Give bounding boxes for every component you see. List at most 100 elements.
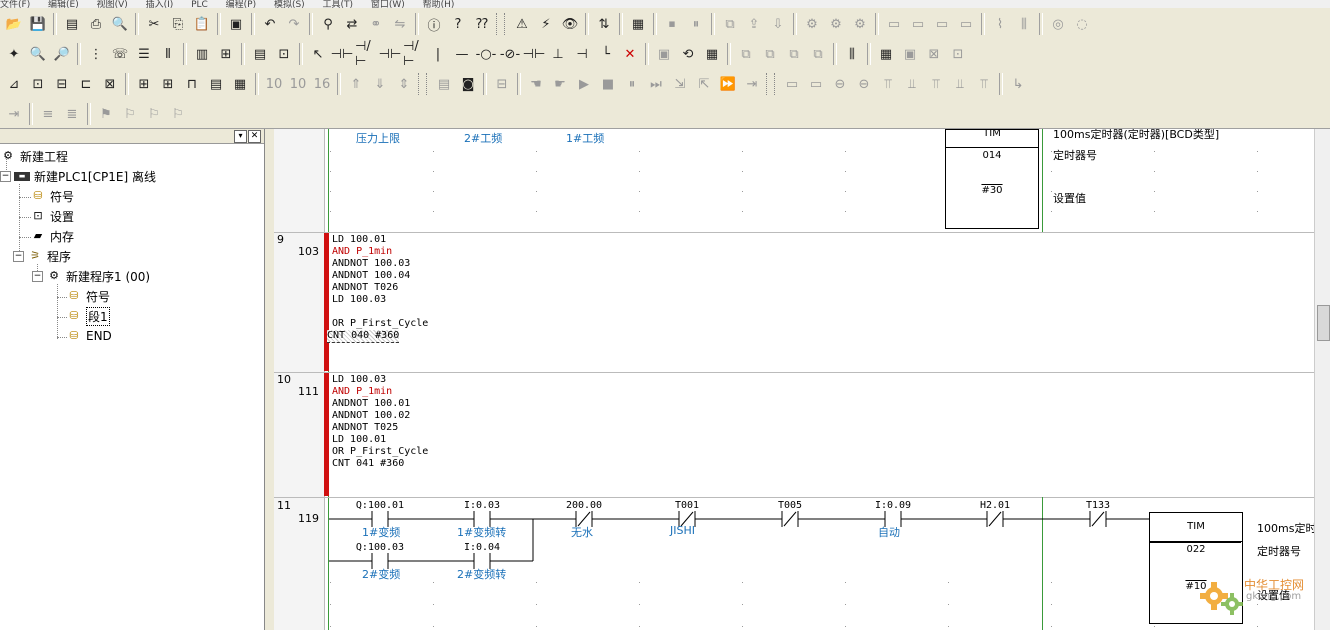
online-icon[interactable]: ⚡ — [535, 13, 557, 35]
tree-end[interactable]: ⛁ END — [66, 327, 111, 345]
clipboard-icon[interactable]: ▣ — [225, 13, 247, 35]
redo-icon[interactable]: ↷ — [283, 13, 305, 35]
zoom-fit-icon[interactable]: ✦ — [3, 43, 25, 65]
find-icon[interactable]: 🔍 — [109, 13, 131, 35]
scrollbar-thumb[interactable] — [1317, 305, 1330, 341]
help-icon[interactable]: ? — [447, 13, 469, 35]
time-chart-icon[interactable]: ⊓ — [181, 73, 203, 95]
mark-icon[interactable]: ⊣ — [571, 43, 593, 65]
copy-icon[interactable]: ⎘ — [167, 13, 189, 35]
wave-icon[interactable]: ⌇ — [989, 13, 1011, 35]
edit-rung-icon[interactable]: ⧉ — [735, 43, 757, 65]
data-trace-icon[interactable]: ⫼ — [841, 43, 863, 65]
io-table-icon[interactable]: ▭ — [883, 13, 905, 35]
tree-symbols[interactable]: ⛁ 符号 — [30, 187, 74, 205]
sim2-icon[interactable]: ◌ — [1071, 13, 1093, 35]
tree-plc[interactable]: − ▬ 新建PLC1[CP1E] 离线 — [0, 167, 156, 185]
paste-icon[interactable]: 📋 — [191, 13, 213, 35]
warning-icon[interactable]: ⚠ — [511, 13, 533, 35]
updown-icon[interactable]: ⇕ — [393, 73, 415, 95]
upload-icon[interactable]: ⇪ — [743, 13, 765, 35]
program-mode-icon[interactable]: ⚙ — [825, 13, 847, 35]
replace-icon[interactable]: ⇄ — [341, 13, 363, 35]
instruction-icon[interactable]: ⊣⊢ — [523, 43, 546, 65]
ladder-icon[interactable]: ▤ — [249, 43, 271, 65]
watch4-icon[interactable]: ⊡ — [947, 43, 969, 65]
diagram-icon[interactable]: ⊿ — [3, 73, 25, 95]
run-sim-icon[interactable]: ▶ — [573, 73, 595, 95]
protect-icon[interactable]: ⚙ — [801, 13, 823, 35]
dec-icon[interactable]: 16 — [311, 73, 333, 95]
bcd-icon[interactable]: 10 — [287, 73, 309, 95]
io-table4-icon[interactable]: ▭ — [955, 13, 977, 35]
stop-sim-icon[interactable]: ■ — [597, 73, 619, 95]
list-icon[interactable]: ☰ — [133, 43, 155, 65]
tree-project[interactable]: ⚙ 新建工程 — [0, 147, 68, 165]
panel-splitter[interactable] — [265, 129, 274, 630]
timer-block-022[interactable]: TIM 022 #10 — [1149, 512, 1243, 624]
or-nc-icon[interactable]: ⊣/⊢ — [403, 39, 425, 69]
force-off-icon[interactable]: ⊟ — [51, 73, 73, 95]
save-icon[interactable]: 💾 — [27, 13, 49, 35]
bookmark-clear-icon[interactable]: ⚐ — [167, 103, 189, 125]
bp-clear-icon[interactable]: ▭ — [805, 73, 827, 95]
scan5-icon[interactable]: ⫪ — [973, 73, 995, 95]
program-check-icon[interactable]: ▦ — [701, 43, 723, 65]
address-ref-icon[interactable]: ⇋ — [389, 13, 411, 35]
calc-icon[interactable]: ▦ — [229, 73, 251, 95]
sim-window-icon[interactable]: ▤ — [433, 73, 455, 95]
rung-icon[interactable]: ⫴ — [157, 43, 179, 65]
sim-icon[interactable]: ◎ — [1047, 13, 1069, 35]
end-icon[interactable]: ⇥ — [741, 73, 763, 95]
bookmark-icon[interactable]: ⚑ — [95, 103, 117, 125]
cancel-edit-icon[interactable]: ⧉ — [783, 43, 805, 65]
print-preview-icon[interactable]: ▤ — [61, 13, 83, 35]
or-no-icon[interactable]: ⊣⊢ — [379, 43, 402, 65]
context-help-icon[interactable]: ⁇ — [471, 13, 493, 35]
run-mode-icon[interactable]: ⚙ — [849, 13, 871, 35]
watch-icon[interactable]: ▦ — [875, 43, 897, 65]
compare-icon2[interactable]: ⊥ — [547, 43, 569, 65]
select-icon[interactable]: ↖ — [307, 43, 329, 65]
scan4-icon[interactable]: ⫫ — [949, 73, 971, 95]
memory-icon[interactable]: ▥ — [191, 43, 213, 65]
sim-hand-icon[interactable]: ☚ — [525, 73, 547, 95]
download-icon[interactable]: ⇩ — [767, 13, 789, 35]
force-cancel-icon[interactable]: ⊏ — [75, 73, 97, 95]
hex-icon[interactable]: 10 — [263, 73, 285, 95]
watch3-icon[interactable]: ⊠ — [923, 43, 945, 65]
next-icon[interactable]: ⏩ — [717, 73, 739, 95]
sim-hand2-icon[interactable]: ☛ — [549, 73, 571, 95]
set-value-icon[interactable]: ⊠ — [99, 73, 121, 95]
grid-icon[interactable]: ⋮ — [85, 43, 107, 65]
up-icon[interactable]: ⇑ — [345, 73, 367, 95]
collapse-icon[interactable]: − — [0, 170, 11, 182]
undo-icon[interactable]: ↶ — [259, 13, 281, 35]
online-edit-icon[interactable]: ⟲ — [677, 43, 699, 65]
list2-icon[interactable]: ≣ — [61, 103, 83, 125]
close-icon[interactable]: ✕ — [248, 130, 261, 143]
collapse-icon[interactable]: − — [13, 250, 24, 262]
tree-settings[interactable]: ⊡ 设置 — [30, 207, 74, 225]
trace-icon[interactable]: ⫼ — [1013, 13, 1035, 35]
panel-dropdown-icon[interactable]: ▾ — [234, 130, 247, 143]
return-icon[interactable]: ↳ — [1007, 73, 1029, 95]
outdent-icon[interactable]: ≡ — [37, 103, 59, 125]
scan-icon[interactable]: ⫪ — [877, 73, 899, 95]
step-run-icon[interactable]: ⏭ — [645, 73, 667, 95]
zoom-out-icon[interactable]: 🔎 — [51, 43, 73, 65]
display-icon[interactable]: ▤ — [205, 73, 227, 95]
cross-ref-icon[interactable]: ⚭ — [365, 13, 387, 35]
diff-monitor-icon[interactable]: ⊞ — [133, 73, 155, 95]
bookmark-prev-icon[interactable]: ⚐ — [143, 103, 165, 125]
vline-icon[interactable]: | — [427, 43, 449, 65]
tree-programs[interactable]: − ⚞ 程序 — [13, 247, 71, 265]
hline-icon[interactable]: — — [451, 43, 473, 65]
tree-memory[interactable]: ▰ 内存 — [30, 227, 74, 245]
nc-coil-icon[interactable]: -⊘- — [499, 43, 521, 65]
pause-icon[interactable]: ⏸ — [685, 13, 707, 35]
apply-edit-icon[interactable]: ⧉ — [807, 43, 829, 65]
ladder-editor[interactable]: 压力上限 2#工频 1#工频 TIM 014 #30 100ms定时器(定时器)… — [274, 129, 1314, 630]
open-icon[interactable]: 📂 — [3, 13, 25, 35]
cut-icon[interactable]: ✂ — [143, 13, 165, 35]
